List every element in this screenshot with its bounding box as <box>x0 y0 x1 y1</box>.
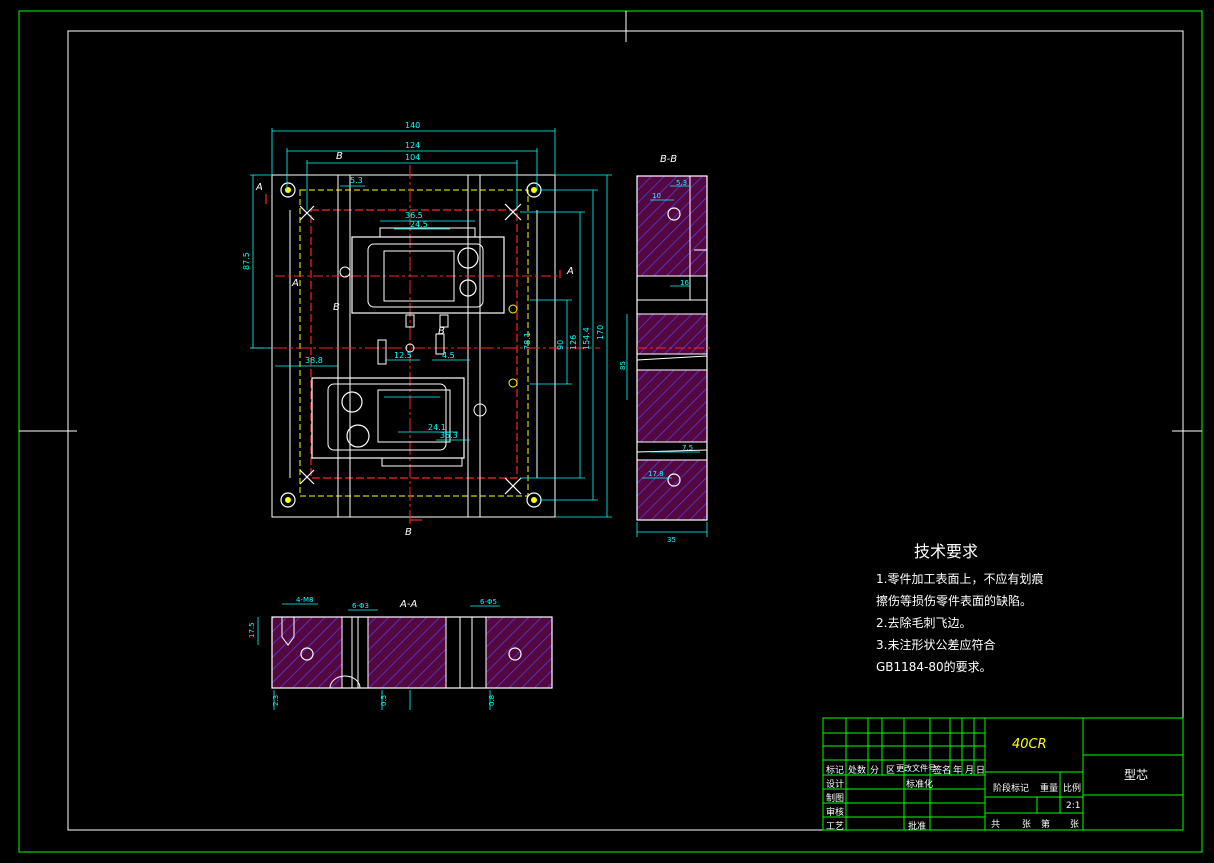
header-day: 日 <box>976 766 986 776</box>
dim-cavity-b: 24.5 <box>410 220 428 229</box>
main-view-dimensions <box>250 128 612 518</box>
dim-runner-a: 12.5 <box>394 351 412 360</box>
aa-dim-small-holes: 6-Φ3 <box>352 602 369 610</box>
bb-dim-height: 85 <box>619 361 627 370</box>
tech-requirement-3-cont: GB1184-80的要求。 <box>876 660 992 674</box>
bb-dim-hole: 5.3 <box>676 179 687 187</box>
bb-dim-hole-low: 17.8 <box>648 470 664 478</box>
bb-dim-thickness: 35 <box>667 536 676 544</box>
header-change-doc: 更改文件号 <box>896 764 936 773</box>
sheet-index-label: 第 <box>1041 820 1051 830</box>
dim-cavity-d: 24.1 <box>428 423 446 432</box>
aa-dim-clearance-b: 0.8 <box>488 695 496 706</box>
row-design: 设计 <box>826 780 845 790</box>
dim-overall-width: 140 <box>405 121 420 130</box>
part-name: 型芯 <box>1124 768 1149 782</box>
dim-hole-edge: 5.3 <box>350 176 363 185</box>
section-aa-view <box>271 616 553 689</box>
cut-label-a-inner: A <box>291 278 299 289</box>
header-part: 分 <box>870 766 880 776</box>
scale-label: 比例 <box>1063 784 1082 794</box>
main-plan-view <box>250 165 600 525</box>
dim-cavity-a: 36.5 <box>405 211 423 220</box>
cut-label-b-top: B <box>336 151 343 162</box>
bb-dim-slot: 7.5 <box>682 444 693 452</box>
stage-mark-label: 阶段标记 <box>993 784 1030 794</box>
header-year: 年 <box>953 766 963 776</box>
dim-overall-height: 170 <box>596 325 605 340</box>
aa-dim-thread-depth: 17.5 <box>248 622 256 638</box>
dim-cavity-c: 35.3 <box>440 431 458 440</box>
cut-label-a-right: A <box>566 266 574 277</box>
inner-drawing-frame <box>67 30 1184 831</box>
cut-label-a-left: A <box>255 182 263 193</box>
cut-label-b-inner: B <box>333 302 340 313</box>
cad-drawing-canvas: 140 124 104 170 154.4 126 90 78.1 87.5 3… <box>18 10 1203 853</box>
material-value: 40CR <box>1012 737 1047 752</box>
tech-requirement-3: 3.未注形状公差应符合 <box>876 638 996 652</box>
sheet-total-label: 共 <box>991 820 1001 830</box>
dim-left-height: 87.5 <box>242 252 251 270</box>
tech-requirements-title: 技术要求 <box>914 542 979 561</box>
aa-dim-chamfer: 2.3 <box>272 695 280 706</box>
tech-requirement-1-cont: 擦伤等损伤零件表面的缺陷。 <box>876 594 1033 608</box>
aa-dim-large-holes: 6-Φ5 <box>480 598 497 606</box>
weight-label: 重量 <box>1040 784 1059 794</box>
standardization-label: 标准化 <box>906 780 934 790</box>
dim-cavity-span: 90 <box>556 340 565 350</box>
row-review: 审核 <box>826 808 845 818</box>
scale-value: 2:1 <box>1066 801 1081 811</box>
row-drafting: 制图 <box>826 794 845 804</box>
section-aa-title: A-A <box>399 599 417 610</box>
header-month: 月 <box>965 766 975 776</box>
dim-hole-spacing: 124 <box>405 141 420 150</box>
sheet-unit-2: 张 <box>1070 820 1080 830</box>
section-bb-view <box>636 175 712 521</box>
dim-runner-b: 4.5 <box>442 351 455 360</box>
row-process: 工艺 <box>826 822 845 832</box>
cut-label-b-bottom: B <box>405 527 412 538</box>
section-bb-title: B-B <box>660 154 677 165</box>
bb-dim-depth: 10 <box>652 192 661 200</box>
approval-label: 批准 <box>908 822 927 832</box>
dim-hole-vertical: 154.4 <box>582 327 591 350</box>
header-signature: 签名 <box>933 766 952 776</box>
aa-dim-clearance-a: 0.5 <box>380 695 388 706</box>
dim-inner-width: 104 <box>405 153 420 162</box>
header-mark: 标记 <box>826 766 845 776</box>
dim-inner-height: 126 <box>569 335 578 350</box>
outer-sheet-border <box>18 10 1203 853</box>
cut-label-b-cavity: B <box>438 326 445 337</box>
dim-cavity-offset: 78.1 <box>523 332 532 350</box>
bb-dim-step: 16 <box>680 279 689 287</box>
sheet-unit-1: 张 <box>1022 820 1032 830</box>
header-count: 处数 <box>848 766 867 776</box>
dim-left-offset: 38.8 <box>305 356 323 365</box>
header-zone: 区 <box>886 766 896 776</box>
aa-dim-thread: 4-M8 <box>296 596 313 604</box>
tech-requirement-2: 2.去除毛刺飞边。 <box>876 616 972 630</box>
tech-requirement-1: 1.零件加工表面上，不应有划痕 <box>876 572 1044 586</box>
